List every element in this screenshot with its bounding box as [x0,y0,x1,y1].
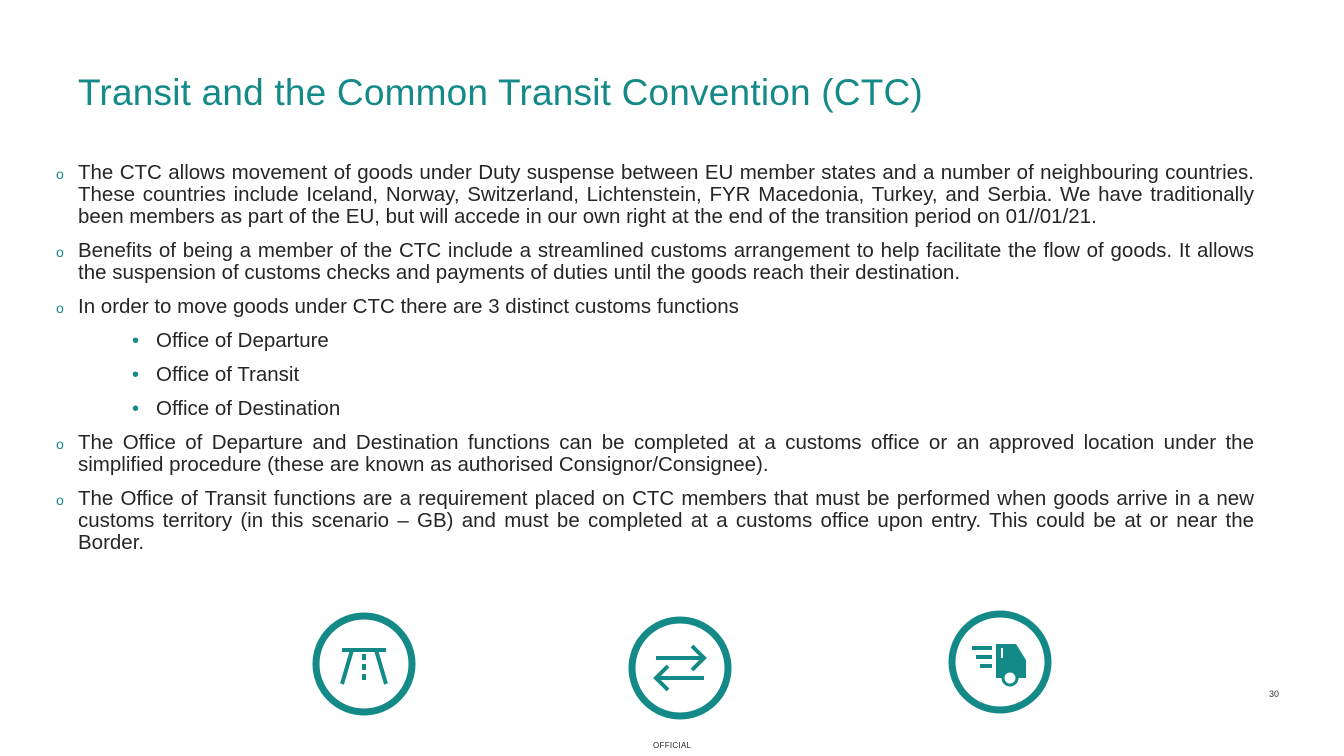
sub-bullet-text: Office of Destination [156,397,341,420]
delivery-truck-icon [946,608,1054,716]
bullet-text: The CTC allows movement of goods under D… [78,161,1254,228]
sub-bullet-text: Office of Departure [156,329,329,352]
road-icon [310,610,418,718]
slide-title: Transit and the Common Transit Conventio… [78,72,923,113]
sub-bullet-item: • Office of Departure [56,329,1254,353]
bullet-marker: o [56,492,64,508]
sub-bullet-marker: • [132,364,140,386]
bullet-text: The Office of Departure and Destination … [78,431,1254,476]
exchange-arrows-icon [626,614,734,722]
bullet-marker: o [56,300,64,316]
sub-bullet-marker: • [132,330,140,352]
sub-bullet-item: • Office of Destination [56,397,1254,421]
bullet-item: o The Office of Transit functions are a … [56,488,1254,554]
slide-body: o The CTC allows movement of goods under… [56,162,1254,566]
bullet-marker: o [56,244,64,260]
bullet-text: Benefits of being a member of the CTC in… [78,239,1254,284]
classification-label: OFFICIAL [653,741,692,750]
bullet-item: o In order to move goods under CTC there… [56,296,1254,318]
bullet-marker: o [56,166,64,182]
bullet-text: The Office of Transit functions are a re… [78,487,1254,554]
bullet-marker: o [56,436,64,452]
bullet-item: o The Office of Departure and Destinatio… [56,432,1254,476]
bullet-text: In order to move goods under CTC there a… [78,295,739,318]
page-number: 30 [1269,689,1280,699]
sub-bullet-text: Office of Transit [156,363,300,386]
sub-bullet-marker: • [132,398,140,420]
sub-bullet-item: • Office of Transit [56,363,1254,387]
bullet-item: o Benefits of being a member of the CTC … [56,240,1254,284]
bullet-item: o The CTC allows movement of goods under… [56,162,1254,228]
